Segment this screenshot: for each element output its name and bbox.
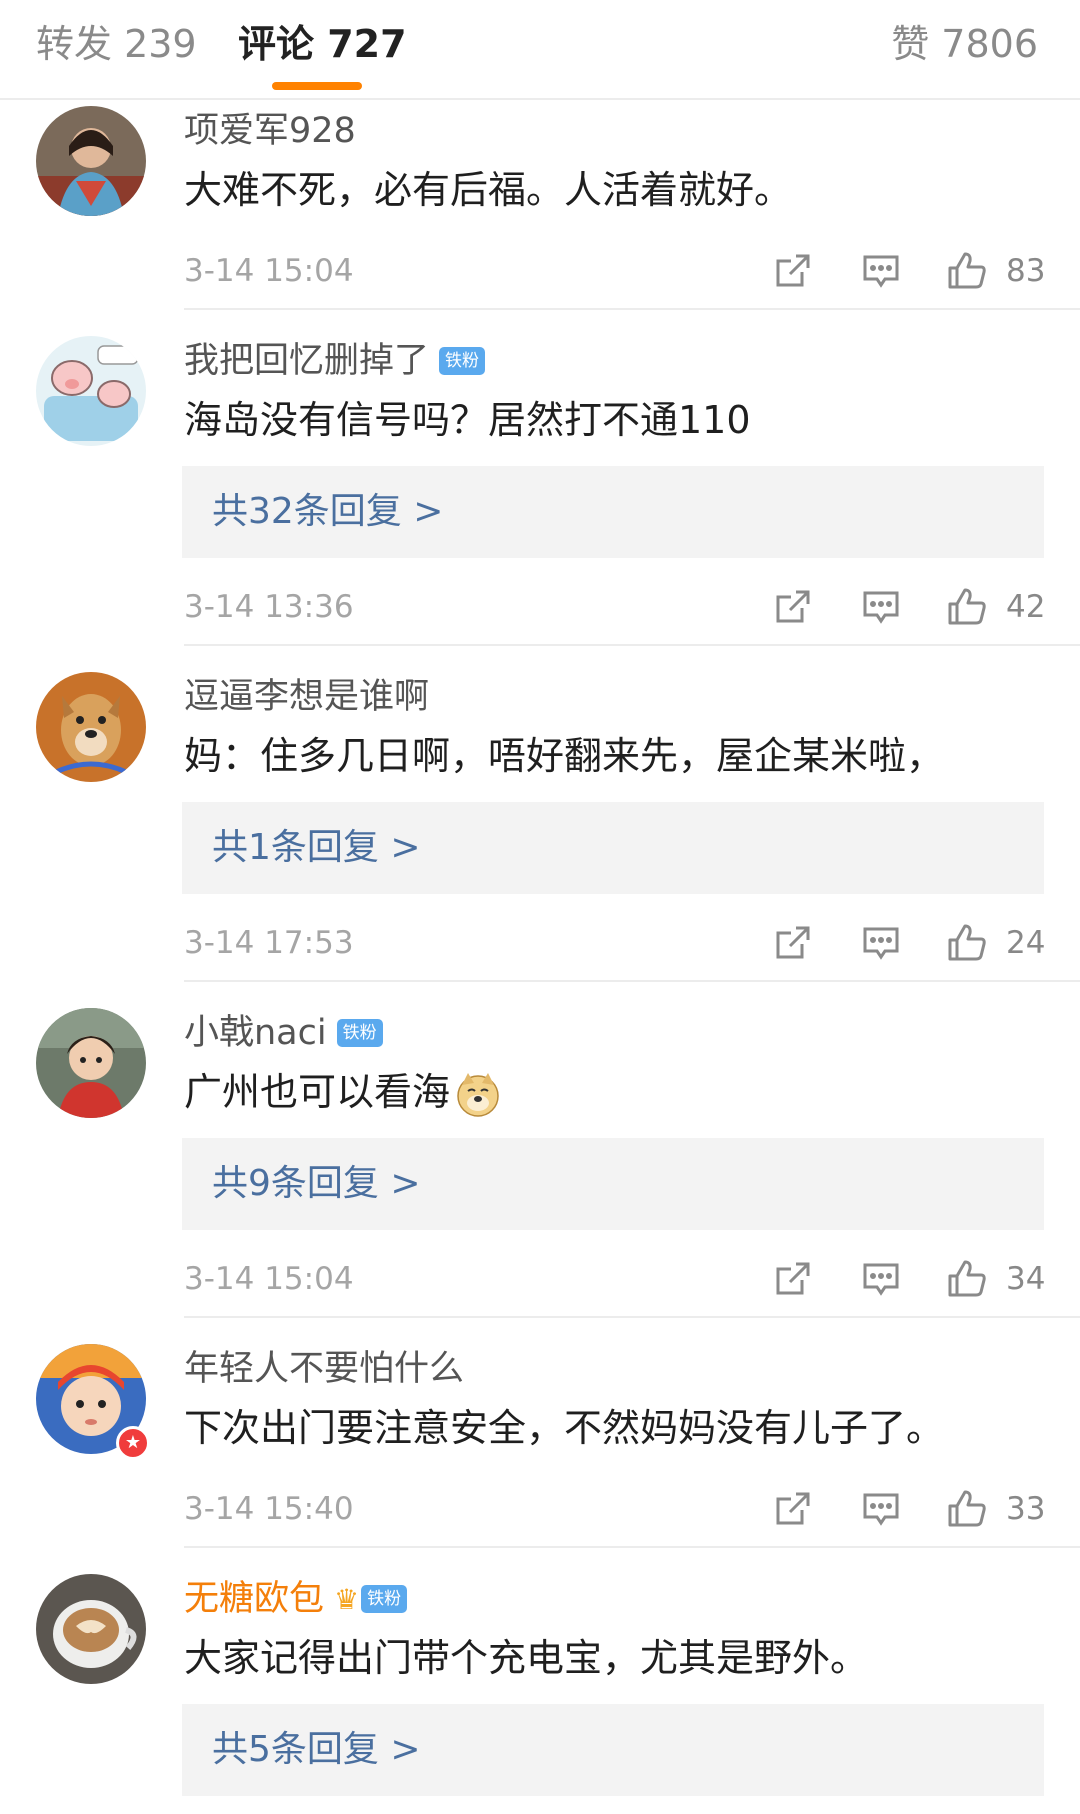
timestamp: 3-14 15:04 <box>184 253 354 289</box>
fan-badge: 铁粉 <box>439 347 486 375</box>
fan-badge: 铁粉 <box>361 1585 408 1613</box>
timestamp: 3-14 15:40 <box>184 1491 354 1527</box>
share-icon[interactable] <box>772 1258 814 1300</box>
reply-icon[interactable] <box>860 586 902 628</box>
comment-meta: 3-14 15:04 83 <box>184 246 1046 296</box>
active-tab-indicator <box>272 82 362 90</box>
crown-icon: ♛ <box>334 1582 360 1616</box>
like-count: 83 <box>1006 253 1046 289</box>
username[interactable]: 无糖欧包 <box>184 1574 324 1624</box>
username[interactable]: 项爱军928 <box>184 106 356 156</box>
verified-badge-icon: ★ <box>116 1426 150 1460</box>
name-row: 项爱军928 <box>184 106 356 156</box>
divider <box>184 1546 1080 1548</box>
share-icon[interactable] <box>772 1488 814 1530</box>
divider <box>184 1316 1080 1318</box>
reply-summary-box[interactable]: 共32条回复 > <box>182 466 1044 558</box>
like-icon[interactable] <box>946 922 988 964</box>
name-row: 小戟naci 铁粉 <box>184 1008 383 1058</box>
reply-summary-box[interactable]: 共9条回复 > <box>182 1138 1044 1230</box>
comment-text: 大家记得出门带个充电宝，尤其是野外。 <box>184 1636 869 1680</box>
like-count: 33 <box>1006 1491 1046 1527</box>
reply-icon[interactable] <box>860 1488 902 1530</box>
comment-text: 海岛没有信号吗？居然打不通110 <box>184 398 751 442</box>
view-replies-link[interactable]: 共1条回复 > <box>212 802 421 894</box>
timestamp: 3-14 13:36 <box>184 589 354 625</box>
comment-meta: 3-14 15:40 33 <box>184 1484 1046 1534</box>
divider <box>184 980 1080 982</box>
fan-badge: 铁粉 <box>336 1019 383 1047</box>
avatar[interactable] <box>36 1008 146 1118</box>
divider <box>184 308 1080 310</box>
like-icon[interactable] <box>946 586 988 628</box>
comment-meta: 3-14 13:36 42 <box>184 582 1046 632</box>
like-icon[interactable] <box>946 1258 988 1300</box>
share-icon[interactable] <box>772 922 814 964</box>
timestamp: 3-14 17:53 <box>184 925 354 961</box>
avatar[interactable] <box>36 106 146 216</box>
timestamp: 3-14 15:04 <box>184 1261 354 1297</box>
reply-icon[interactable] <box>860 1258 902 1300</box>
reply-icon[interactable] <box>860 922 902 964</box>
avatar[interactable] <box>36 1574 146 1684</box>
username[interactable]: 小戟naci <box>184 1008 327 1058</box>
name-row: 我把回忆删掉了 铁粉 <box>184 336 486 386</box>
comment-text: 下次出门要注意安全，不然妈妈没有儿子了。 <box>184 1406 945 1450</box>
comment-text: 广州也可以看海 <box>184 1064 502 1120</box>
username[interactable]: 我把回忆删掉了 <box>184 336 429 386</box>
like-count: 24 <box>1006 925 1046 961</box>
tab-likes[interactable]: 赞 7806 <box>891 18 1038 70</box>
view-replies-link[interactable]: 共5条回复 > <box>212 1704 421 1796</box>
username[interactable]: 逗逼李想是谁啊 <box>184 672 429 722</box>
doge-emoji <box>457 1072 499 1117</box>
share-icon[interactable] <box>772 586 814 628</box>
username[interactable]: 年轻人不要怕什么 <box>184 1344 464 1394</box>
view-replies-link[interactable]: 共9条回复 > <box>212 1138 421 1230</box>
like-count: 42 <box>1006 589 1046 625</box>
like-icon[interactable] <box>946 1488 988 1530</box>
name-row: 逗逼李想是谁啊 <box>184 672 429 722</box>
tab-forward[interactable]: 转发 239 <box>36 18 197 70</box>
reply-summary-box[interactable]: 共1条回复 > <box>182 802 1044 894</box>
comment-text: 妈：住多几日啊，唔好翻来先，屋企某米啦， <box>184 734 945 778</box>
avatar[interactable] <box>36 672 146 782</box>
name-row: 年轻人不要怕什么 <box>184 1344 464 1394</box>
avatar[interactable] <box>36 336 146 446</box>
comment-meta: 3-14 17:53 24 <box>184 918 1046 968</box>
divider <box>184 644 1080 646</box>
reply-icon[interactable] <box>860 250 902 292</box>
comment-text: 大难不死，必有后福。人活着就好。 <box>184 168 793 212</box>
tab-comments[interactable]: 评论 727 <box>238 18 407 70</box>
like-icon[interactable] <box>946 250 988 292</box>
share-icon[interactable] <box>772 250 814 292</box>
comment-text-content: 广州也可以看海 <box>184 1070 451 1114</box>
name-row: 无糖欧包 ♛ 铁粉 <box>184 1574 408 1624</box>
view-replies-link[interactable]: 共32条回复 > <box>212 466 443 558</box>
like-count: 34 <box>1006 1261 1046 1297</box>
comment-meta: 3-14 15:04 34 <box>184 1254 1046 1304</box>
reply-summary-box[interactable]: 共5条回复 > <box>182 1704 1044 1796</box>
comment-tab-bar: 转发 239 评论 727 赞 7806 <box>0 0 1080 100</box>
